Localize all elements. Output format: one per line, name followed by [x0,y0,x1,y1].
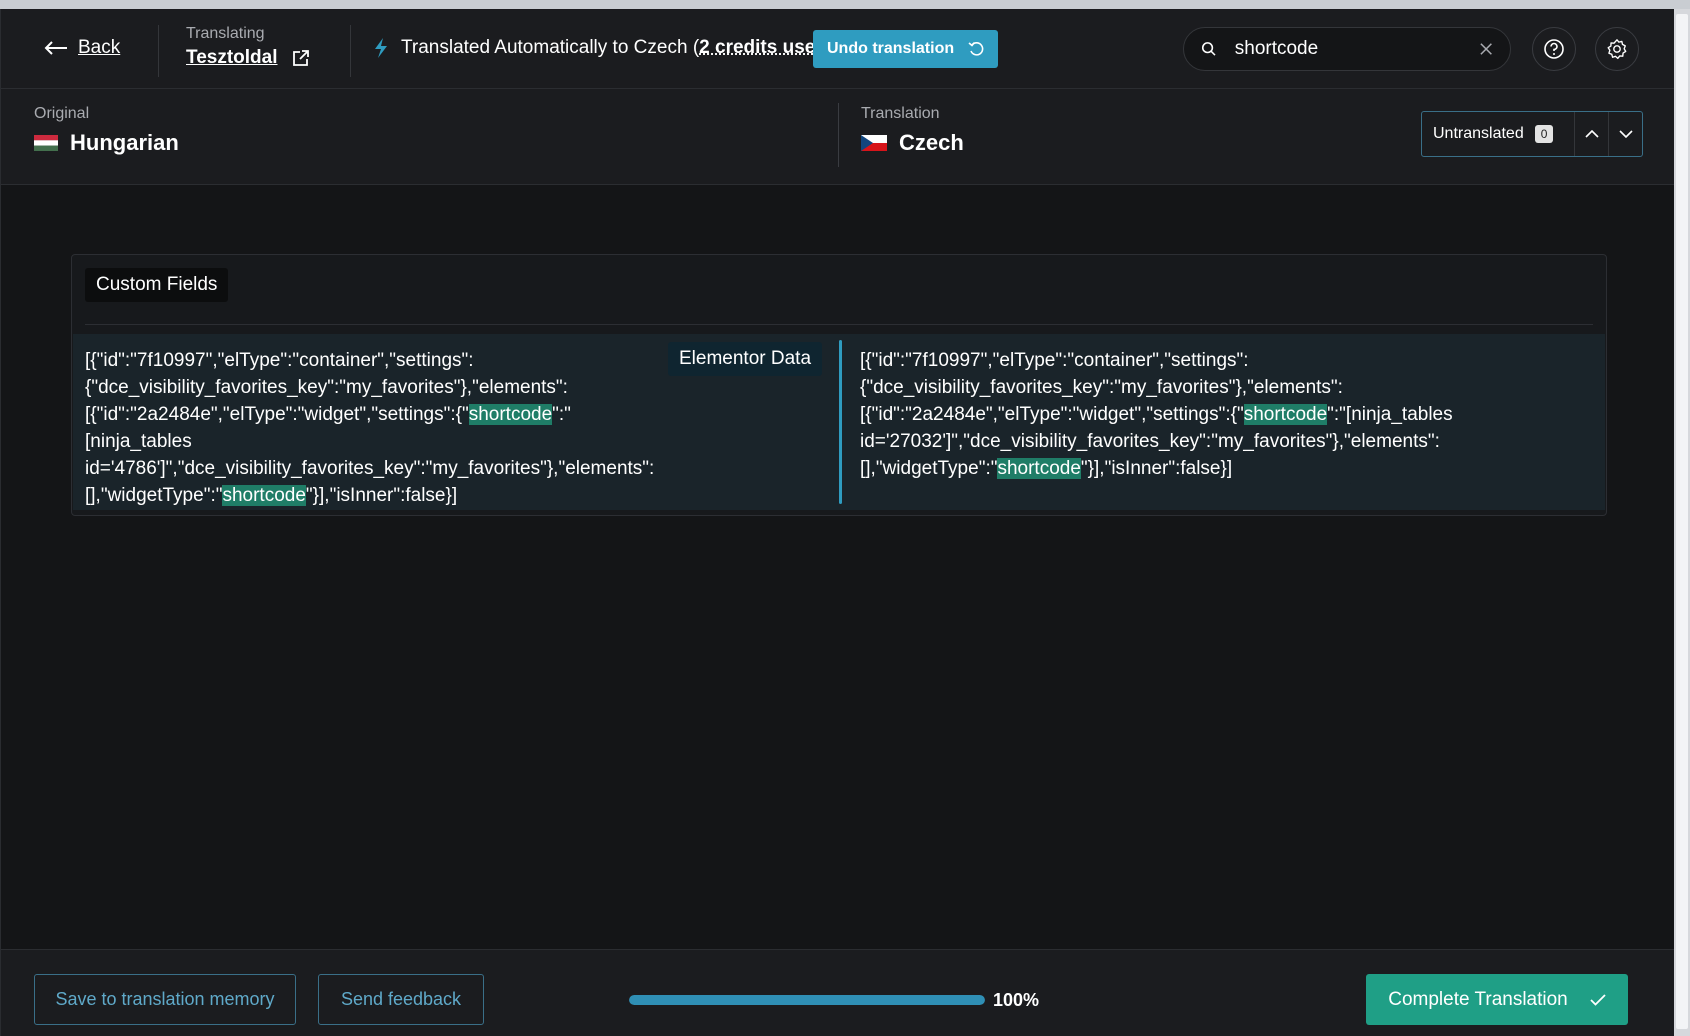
divider [85,324,1593,325]
field-label: Elementor Data [668,342,823,376]
gear-icon [1607,39,1627,60]
search-input[interactable] [1234,38,1480,60]
send-feedback-button[interactable]: Send feedback [318,974,484,1025]
lightning-icon [375,38,387,58]
credits-used: 2 credits used [699,37,827,58]
chevron-down-icon [1618,130,1633,138]
back-label: Back [78,37,121,58]
complete-translation-button[interactable]: Complete Translation [1366,974,1628,1025]
back-link[interactable]: Back [44,37,120,59]
auto-translation-status: Translated Automatically to Czech ( 2 cr… [373,37,833,59]
search-icon [1201,42,1216,56]
undo-icon [968,41,984,56]
language-bar: Original Hungarian Translation Czech Unt… [1,89,1675,185]
top-bar: Back Translating Tesztoldal Translated A… [1,9,1675,89]
czech-flag-icon [861,135,887,151]
target-text[interactable]: [{"id":"7f10997","elType":"container","s… [860,347,1460,482]
search-match-highlight: shortcode [1243,404,1328,425]
progress-fill [629,995,985,1005]
translation-row[interactable]: [{"id":"7f10997","elType":"container","s… [73,334,1605,510]
source-text: [{"id":"7f10997","elType":"container","s… [85,347,655,509]
save-to-memory-button[interactable]: Save to translation memory [34,974,296,1025]
row-divider [839,340,842,504]
progress-bar [629,995,985,1005]
close-icon[interactable] [1480,42,1492,56]
translation-lang-name: Czech [899,130,964,155]
feedback-label: Send feedback [340,989,462,1009]
search-match-highlight: shortcode [468,404,553,425]
complete-label: Complete Translation [1388,988,1568,1010]
translation-editor: Back Translating Tesztoldal Translated A… [0,9,1675,1036]
untranslated-navigator: Untranslated 0 [1421,111,1643,157]
settings-button[interactable] [1595,27,1639,71]
original-language: Original Hungarian [34,105,179,156]
next-untranslated-button[interactable] [1608,112,1642,156]
translating-info: Translating Tesztoldal [186,25,310,69]
help-icon [1544,39,1564,59]
translation-label: Translation [861,105,940,122]
auto-prefix: Translated Automatically to Czech ( [401,37,700,58]
text-segment: "}],"isInner":false}] [1080,458,1233,479]
search-match-highlight: shortcode [222,485,306,506]
untranslated-count-badge: 0 [1534,125,1554,143]
page-link[interactable]: Tesztoldal [186,47,310,69]
save-memory-label: Save to translation memory [55,989,275,1009]
untranslated-label: Untranslated [1433,125,1524,142]
section-label: Custom Fields [85,268,229,302]
progress-label: 100% [993,990,1040,1010]
undo-translation-button[interactable]: Undo translation [813,30,999,68]
arrow-left-icon [44,41,67,55]
hungary-flag-icon [34,135,58,151]
search-field[interactable] [1183,27,1511,71]
bottom-bar: Save to translation memory Send feedback… [1,949,1675,1036]
original-lang-name: Hungarian [70,130,179,155]
translation-language: Translation Czech [861,105,964,156]
previous-untranslated-button[interactable] [1574,112,1608,156]
undo-label: Undo translation [827,40,955,57]
help-button[interactable] [1532,27,1576,71]
divider [350,25,351,77]
text-segment: "}],"isInner":false}] [305,485,458,506]
original-label: Original [34,105,90,122]
search-match-highlight: shortcode [997,458,1081,479]
scrollbar-thumb[interactable] [1676,14,1688,1029]
chevron-up-icon [1584,130,1599,138]
page-name: Tesztoldal [186,47,278,68]
external-link-icon [292,50,309,66]
custom-fields-card: Custom Fields [{"id":"7f10997","elType":… [71,254,1607,516]
divider [158,25,159,77]
translating-label: Translating [186,25,265,42]
check-icon [1590,993,1606,1006]
divider [838,103,839,167]
